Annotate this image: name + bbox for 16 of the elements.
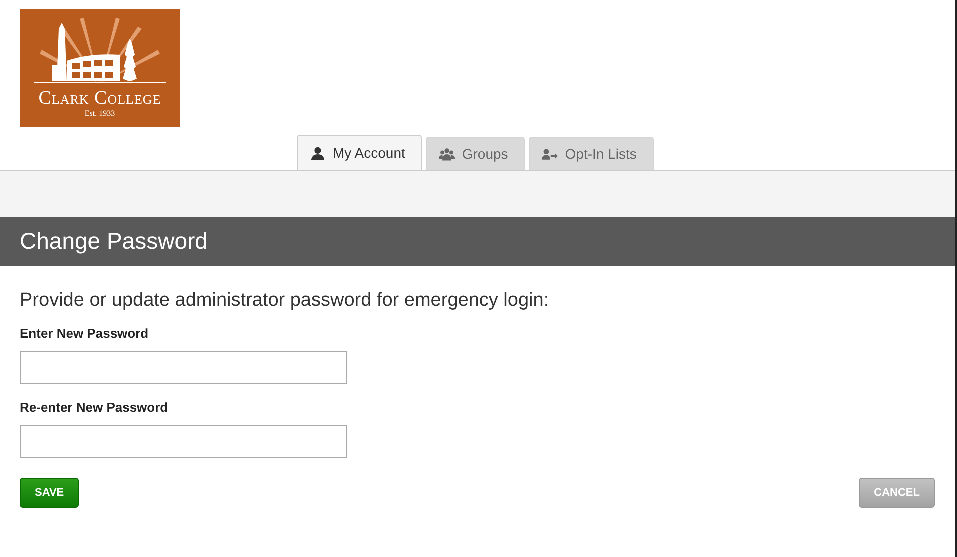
tab[interactable]: My Account [297, 135, 422, 170]
field-label: Re-enter New Password [20, 400, 168, 415]
person-arrow-icon [542, 146, 558, 162]
established-year: Est. 1933 [84, 109, 116, 119]
college-name: Clark College [38, 89, 162, 109]
tab[interactable]: Groups [426, 137, 526, 170]
people-icon [439, 146, 456, 162]
form-instructions: Provide or update administrator password for emergency login: [20, 290, 550, 312]
password-field[interactable] [20, 351, 347, 384]
field-label: Enter New Password [20, 326, 149, 341]
save-button[interactable]: SAVE [20, 478, 80, 508]
password-field[interactable] [20, 425, 347, 458]
tab[interactable]: Opt-In Lists [529, 137, 654, 170]
cancel-button[interactable]: CANCEL [859, 478, 935, 508]
person-icon [310, 146, 326, 160]
section-title: Change Password [20, 228, 208, 255]
